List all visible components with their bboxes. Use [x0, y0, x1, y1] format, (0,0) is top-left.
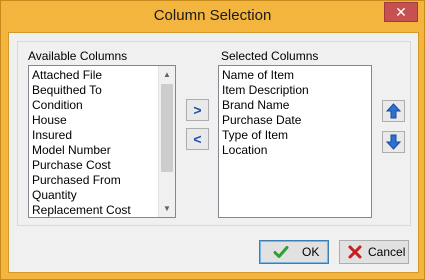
- list-item[interactable]: Insured: [29, 128, 159, 143]
- list-item[interactable]: Location: [219, 143, 369, 158]
- dialog-body: Available Columns Selected Columns Attac…: [8, 32, 419, 273]
- list-item[interactable]: Brand Name: [219, 98, 369, 113]
- list-item[interactable]: Purchased From: [29, 173, 159, 188]
- list-item[interactable]: Purchase Date: [219, 113, 369, 128]
- checkmark-icon: [273, 246, 289, 258]
- scroll-down-icon[interactable]: ▼: [159, 200, 175, 217]
- cancel-x-icon: [348, 245, 362, 259]
- list-item[interactable]: Name of Item: [219, 68, 369, 83]
- scroll-thumb[interactable]: [161, 84, 173, 172]
- list-item[interactable]: Attached File: [29, 68, 159, 83]
- move-down-button[interactable]: [382, 131, 405, 153]
- column-selection-dialog: Column Selection ✕ Available Columns Sel…: [0, 0, 425, 280]
- title-bar[interactable]: Column Selection ✕: [1, 1, 424, 33]
- list-item[interactable]: Purchase Cost: [29, 158, 159, 173]
- available-columns-list[interactable]: Attached File Bequithed To Condition Hou…: [28, 65, 176, 218]
- list-item[interactable]: Bequithed To: [29, 83, 159, 98]
- cancel-label: Cancel: [368, 245, 406, 259]
- down-arrow-icon: [385, 134, 402, 150]
- close-button[interactable]: ✕: [384, 2, 418, 22]
- available-columns-label: Available Columns: [28, 49, 128, 63]
- list-item[interactable]: Replacement Cost: [29, 203, 159, 217]
- list-item[interactable]: House: [29, 113, 159, 128]
- cancel-button[interactable]: Cancel: [339, 240, 409, 264]
- up-arrow-icon: [385, 103, 402, 119]
- list-item[interactable]: Item Description: [219, 83, 369, 98]
- scroll-up-icon[interactable]: ▲: [159, 66, 175, 83]
- list-item[interactable]: Condition: [29, 98, 159, 113]
- dialog-title: Column Selection: [153, 7, 272, 24]
- list-item[interactable]: Type of Item: [219, 128, 369, 143]
- list-item[interactable]: Quantity: [29, 188, 159, 203]
- ok-label: OK: [302, 245, 320, 259]
- ok-button[interactable]: OK: [259, 240, 329, 264]
- move-up-button[interactable]: [382, 100, 405, 122]
- list-item[interactable]: Model Number: [29, 143, 159, 158]
- remove-column-button[interactable]: <: [186, 128, 209, 150]
- selected-columns-label: Selected Columns: [221, 49, 319, 63]
- selected-columns-list[interactable]: Name of Item Item Description Brand Name…: [218, 65, 372, 218]
- add-column-button[interactable]: >: [186, 99, 209, 121]
- available-scrollbar[interactable]: ▲ ▼: [158, 66, 175, 217]
- columns-panel: Available Columns Selected Columns Attac…: [17, 41, 411, 226]
